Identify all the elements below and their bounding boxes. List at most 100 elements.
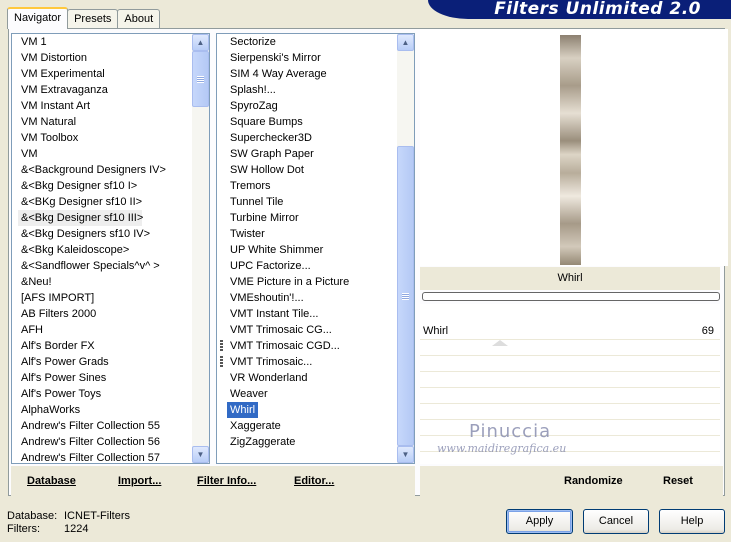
cancel-button[interactable]: Cancel: [583, 509, 649, 534]
tab-presets[interactable]: Presets: [67, 9, 119, 29]
list-item[interactable]: Andrew's Filter Collection 57: [18, 450, 192, 463]
navigator-panel: VM 1 VM Distortion VM Experimental VM Extra…: [8, 28, 728, 496]
list-item[interactable]: Tunnel Tile: [227, 194, 397, 210]
list-item[interactable]: VMT Trimosaic CGD...: [220, 338, 397, 354]
scroll-up-icon[interactable]: ▲: [397, 34, 414, 51]
list-item[interactable]: VR Wonderland: [227, 370, 397, 386]
param-row-empty: [420, 436, 720, 452]
list-item[interactable]: &<Bkg Designers sf10 IV>: [18, 226, 192, 242]
randomize-button[interactable]: Randomize: [564, 475, 623, 487]
list-item[interactable]: Alf's Power Sines: [18, 370, 192, 386]
category-list: VM 1 VM Distortion VM Experimental VM Extra…: [12, 34, 192, 463]
list-item[interactable]: SW Graph Paper: [227, 146, 397, 162]
list-item[interactable]: Andrew's Filter Collection 55: [18, 418, 192, 434]
preview-image: [560, 35, 581, 265]
list-item[interactable]: VMEshoutin'!...: [227, 290, 397, 306]
list-item[interactable]: AlphaWorks: [18, 402, 192, 418]
category-scrollbar[interactable]: ▲ ▼: [192, 34, 209, 463]
list-item[interactable]: AB Filters 2000: [18, 306, 192, 322]
window-title: Filters Unlimited 2.0: [494, 0, 701, 19]
apply-button[interactable]: Apply: [506, 509, 573, 534]
scroll-down-icon[interactable]: ▼: [192, 446, 209, 463]
param-row-empty: [420, 420, 720, 436]
param-actions-bar: Randomize Reset: [420, 466, 723, 496]
list-item[interactable]: Weaver: [227, 386, 397, 402]
list-item[interactable]: &<Sandflower Specials^v^ >: [18, 258, 192, 274]
list-item[interactable]: &Neu!: [18, 274, 192, 290]
list-item[interactable]: Alf's Power Toys: [18, 386, 192, 402]
list-item[interactable]: VM Extravaganza: [18, 82, 192, 98]
list-item[interactable]: Whirl: [227, 402, 259, 418]
list-item[interactable]: VMT Trimosaic...: [220, 354, 397, 370]
list-item[interactable]: &<Bkg Designer sf10 III>: [18, 210, 143, 226]
list-item[interactable]: ZigZaggerate: [227, 434, 397, 450]
status-area: Database: ICNET-Filters Filters: 1224: [7, 510, 130, 536]
list-item[interactable]: VM Instant Art: [18, 98, 192, 114]
tab-bar: Navigator Presets About: [7, 7, 161, 29]
list-item[interactable]: &<Bkg Designer sf10 I>: [18, 178, 192, 194]
tab-about[interactable]: About: [117, 9, 161, 29]
category-listbox[interactable]: VM 1 VM Distortion VM Experimental VM Extra…: [11, 33, 210, 464]
progress-bar: [422, 292, 720, 301]
reset-button[interactable]: Reset: [663, 475, 693, 487]
database-label: Database:: [7, 510, 58, 522]
list-item[interactable]: &<Background Designers IV>: [18, 162, 192, 178]
list-item[interactable]: Sectorize: [227, 34, 397, 50]
list-item[interactable]: SIM 4 Way Average: [227, 66, 397, 82]
database-button[interactable]: Database: [27, 475, 76, 487]
param-value: 69: [701, 325, 714, 337]
list-item[interactable]: [AFS IMPORT]: [18, 290, 192, 306]
list-item[interactable]: VM: [18, 146, 192, 162]
tab-navigator[interactable]: Navigator: [7, 7, 69, 29]
filters-label: Filters:: [7, 523, 40, 535]
list-item[interactable]: VME Picture in a Picture: [227, 274, 397, 290]
list-item[interactable]: Andrew's Filter Collection 56: [18, 434, 192, 450]
list-item[interactable]: SW Hollow Dot: [227, 162, 397, 178]
scroll-up-icon[interactable]: ▲: [192, 34, 209, 51]
list-item[interactable]: UPC Factorize...: [227, 258, 397, 274]
list-item[interactable]: &<Bkg Kaleidoscope>: [18, 242, 192, 258]
param-label: Whirl: [423, 325, 449, 337]
parameter-panel: Whirl 69: [420, 304, 720, 468]
list-item[interactable]: VM Distortion: [18, 50, 192, 66]
import-button[interactable]: Import...: [118, 475, 161, 487]
param-row[interactable]: Whirl 69: [420, 324, 720, 346]
list-item[interactable]: Xaggerate: [227, 418, 397, 434]
list-actions-bar: Database Import... Filter Info... Editor…: [11, 466, 415, 496]
list-item[interactable]: &<BKg Designer sf10 II>: [18, 194, 192, 210]
param-row-empty: [420, 404, 720, 420]
list-item[interactable]: AFH: [18, 322, 192, 338]
help-button[interactable]: Help: [659, 509, 725, 534]
list-item[interactable]: UP White Shimmer: [227, 242, 397, 258]
editor-button[interactable]: Editor...: [294, 475, 334, 487]
list-item[interactable]: SpyroZag: [227, 98, 397, 114]
list-item[interactable]: Turbine Mirror: [227, 210, 397, 226]
param-row-empty: [420, 372, 720, 388]
list-item[interactable]: VM Natural: [18, 114, 192, 130]
list-item[interactable]: VM Experimental: [18, 66, 192, 82]
title-banner: Filters Unlimited 2.0: [428, 0, 731, 19]
list-item[interactable]: VMT Trimosaic CG...: [227, 322, 397, 338]
list-item[interactable]: Splash!...: [227, 82, 397, 98]
filter-listbox[interactable]: Sectorize Sierpenski's Mirror SIM 4 Way Av…: [216, 33, 415, 464]
scroll-down-icon[interactable]: ▼: [397, 446, 414, 463]
list-item[interactable]: Square Bumps: [227, 114, 397, 130]
preview-area: [420, 29, 728, 266]
list-item[interactable]: Alf's Power Grads: [18, 354, 192, 370]
list-item[interactable]: Alf's Border FX: [18, 338, 192, 354]
filter-list: Sectorize Sierpenski's Mirror SIM 4 Way Av…: [217, 34, 397, 463]
list-item[interactable]: Twister: [227, 226, 397, 242]
list-item[interactable]: Sierpenski's Mirror: [227, 50, 397, 66]
list-item[interactable]: VM Toolbox: [18, 130, 192, 146]
list-item[interactable]: VMT Instant Tile...: [227, 306, 397, 322]
filter-scrollbar[interactable]: ▲ ▼: [397, 34, 414, 463]
param-row-empty: [420, 388, 720, 404]
list-item[interactable]: Tremors: [227, 178, 397, 194]
filter-scroll-thumb[interactable]: [397, 146, 414, 446]
selected-filter-name: Whirl: [420, 267, 720, 290]
param-row-empty: [420, 340, 720, 356]
list-item[interactable]: VM 1: [18, 34, 192, 50]
filter-info-button[interactable]: Filter Info...: [197, 475, 256, 487]
category-scroll-thumb[interactable]: [192, 51, 209, 107]
list-item[interactable]: Superchecker3D: [227, 130, 397, 146]
